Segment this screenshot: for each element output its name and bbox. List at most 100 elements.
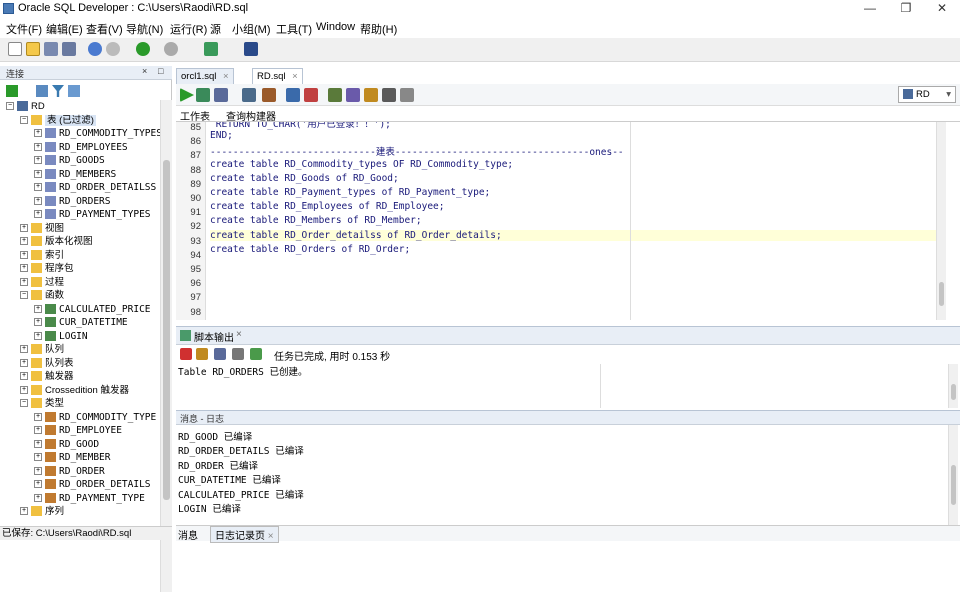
tree-item[interactable]: + 过程 bbox=[20, 276, 64, 289]
tree-item[interactable]: + 队列 bbox=[20, 343, 64, 356]
maximize-button[interactable]: ❐ bbox=[888, 0, 924, 18]
tree-item[interactable]: + RD_PAYMENT_TYPES bbox=[34, 208, 151, 221]
expand-icon[interactable]: + bbox=[20, 507, 28, 516]
expand-icon[interactable]: + bbox=[34, 129, 42, 138]
messages-scrollbar[interactable] bbox=[948, 425, 958, 529]
tree-item[interactable]: + RD_MEMBERS bbox=[34, 168, 116, 181]
expand-icon[interactable]: + bbox=[34, 439, 42, 448]
tab-worksheet[interactable]: 工作表 bbox=[180, 108, 210, 123]
expand-icon[interactable]: + bbox=[34, 169, 42, 178]
tab-query-builder[interactable]: 查询构建器 bbox=[226, 108, 276, 123]
menu-view[interactable]: 查看(V) bbox=[86, 21, 123, 37]
tree-item[interactable]: + RD_ORDER bbox=[34, 465, 105, 478]
tree-item[interactable]: + 版本化视图 bbox=[20, 235, 93, 248]
tree-item[interactable]: + RD_ORDER_DETAILS bbox=[34, 478, 151, 491]
menu-run[interactable]: 运行(R) bbox=[170, 21, 207, 37]
save-icon[interactable] bbox=[214, 348, 226, 360]
expand-icon[interactable]: + bbox=[34, 426, 42, 435]
code-editor[interactable]: RETURN TO_CHAR('用户已登录！！'); END; ----------… bbox=[210, 122, 936, 320]
collapse-icon[interactable]: − bbox=[20, 399, 28, 408]
tree-item[interactable]: + 序列 bbox=[20, 505, 64, 518]
editor-scrollbar[interactable] bbox=[936, 122, 946, 320]
tree-item[interactable]: + 视图 bbox=[20, 222, 64, 235]
panel-close-icon[interactable]: × bbox=[142, 66, 147, 76]
back-icon[interactable] bbox=[136, 42, 150, 56]
tree-item[interactable]: + Crossedition 触发器 bbox=[20, 384, 129, 397]
history-icon[interactable] bbox=[382, 88, 396, 102]
redo-icon[interactable] bbox=[106, 42, 120, 56]
expand-icon[interactable]: + bbox=[34, 142, 42, 151]
save-all-icon[interactable] bbox=[62, 42, 76, 56]
expand-icon[interactable]: + bbox=[34, 453, 42, 462]
expand-icon[interactable]: + bbox=[34, 156, 42, 165]
tree-item[interactable]: + RD_COMMODITY_TYPE bbox=[34, 411, 156, 424]
tree-item[interactable]: + 程序包 bbox=[20, 262, 74, 275]
print-icon[interactable] bbox=[232, 348, 244, 360]
commit-icon[interactable] bbox=[214, 88, 228, 102]
expand-icon[interactable]: + bbox=[34, 196, 42, 205]
expand-icon[interactable]: + bbox=[20, 385, 28, 394]
minimize-button[interactable]: — bbox=[852, 0, 888, 18]
eraser-icon[interactable] bbox=[364, 88, 378, 102]
undo-icon[interactable] bbox=[88, 42, 102, 56]
expand-icon[interactable]: + bbox=[34, 331, 42, 340]
rollback-icon[interactable] bbox=[242, 88, 256, 102]
tree-scrollbar[interactable] bbox=[160, 100, 172, 592]
close-button[interactable]: ✕ bbox=[924, 0, 960, 18]
tree-item[interactable]: + RD_COMMODITY_TYPES bbox=[34, 127, 160, 140]
tree-item[interactable]: + RD_GOODS bbox=[34, 154, 105, 167]
sql-tuning-icon[interactable] bbox=[304, 88, 318, 102]
script-output-tab[interactable]: 脚本输出 bbox=[194, 329, 234, 344]
tree-item[interactable]: + RD_GOOD bbox=[34, 438, 99, 451]
expand-icon[interactable]: + bbox=[34, 466, 42, 475]
explain-plan-icon[interactable] bbox=[262, 88, 276, 102]
menu-edit[interactable]: 编辑(E) bbox=[46, 21, 83, 37]
expand-icon[interactable]: + bbox=[20, 250, 28, 259]
expand-icon[interactable]: + bbox=[20, 345, 28, 354]
uppercase-icon[interactable] bbox=[346, 88, 360, 102]
tree-item[interactable]: − 函数 bbox=[20, 289, 64, 302]
tree-item[interactable]: + 触发器 bbox=[20, 370, 74, 383]
tree-item[interactable]: + RD_ORDER_DETAILSS bbox=[34, 181, 156, 194]
tree-item[interactable]: + RD_MEMBER bbox=[34, 451, 110, 464]
tree-item[interactable]: + 队列表 bbox=[20, 357, 74, 370]
tree-item[interactable]: + CUR_DATETIME bbox=[34, 316, 128, 329]
collapse-icon[interactable]: − bbox=[6, 102, 14, 111]
tab-orcl1-sql[interactable]: orcl1.sql × bbox=[176, 68, 234, 84]
format-icon[interactable] bbox=[328, 88, 342, 102]
tree-item[interactable]: − 表 (已过滤) bbox=[20, 114, 96, 127]
expand-icon[interactable]: + bbox=[34, 210, 42, 219]
expand-icon[interactable]: + bbox=[34, 304, 42, 313]
expand-icon[interactable]: + bbox=[20, 223, 28, 232]
autotrace-icon[interactable] bbox=[286, 88, 300, 102]
expand-icon[interactable]: + bbox=[34, 493, 42, 502]
tree-item[interactable]: + RD_PAYMENT_TYPE bbox=[34, 492, 145, 505]
tree-item[interactable]: + RD_EMPLOYEE bbox=[34, 424, 122, 437]
expand-icon[interactable]: + bbox=[34, 480, 42, 489]
new-file-icon[interactable] bbox=[8, 42, 22, 56]
filter-icon[interactable] bbox=[52, 85, 64, 97]
run-statement-icon[interactable] bbox=[180, 88, 194, 102]
expand-icon[interactable]: + bbox=[20, 277, 28, 286]
output-scrollbar[interactable] bbox=[948, 364, 958, 408]
tree-item[interactable]: + CALCULATED_PRICE bbox=[34, 303, 151, 316]
menu-window[interactable]: Window bbox=[316, 21, 355, 33]
tab-close-icon[interactable]: × bbox=[223, 71, 229, 82]
open-icon[interactable] bbox=[250, 348, 262, 360]
menu-tools[interactable]: 工具(T) bbox=[276, 21, 312, 37]
menu-source[interactable]: 源 bbox=[210, 21, 221, 37]
tab-close-icon[interactable]: × bbox=[292, 71, 298, 82]
tree-item[interactable]: − RD bbox=[6, 100, 45, 113]
tree-item[interactable]: − 类型 bbox=[20, 397, 64, 410]
tree-item[interactable]: + RD_EMPLOYEES bbox=[34, 141, 128, 154]
save-icon[interactable] bbox=[44, 42, 58, 56]
eraser-icon[interactable] bbox=[196, 348, 208, 360]
panel-minimize-icon[interactable]: □ bbox=[158, 66, 163, 76]
menu-file[interactable]: 文件(F) bbox=[6, 21, 42, 37]
expand-icon[interactable]: + bbox=[34, 183, 42, 192]
connection-selector[interactable]: RD ▾ bbox=[898, 86, 956, 103]
run-script-icon[interactable] bbox=[196, 88, 210, 102]
pin-icon[interactable] bbox=[180, 348, 192, 360]
sql-worksheet-icon[interactable] bbox=[204, 42, 218, 56]
menu-navigate[interactable]: 导航(N) bbox=[126, 21, 163, 37]
